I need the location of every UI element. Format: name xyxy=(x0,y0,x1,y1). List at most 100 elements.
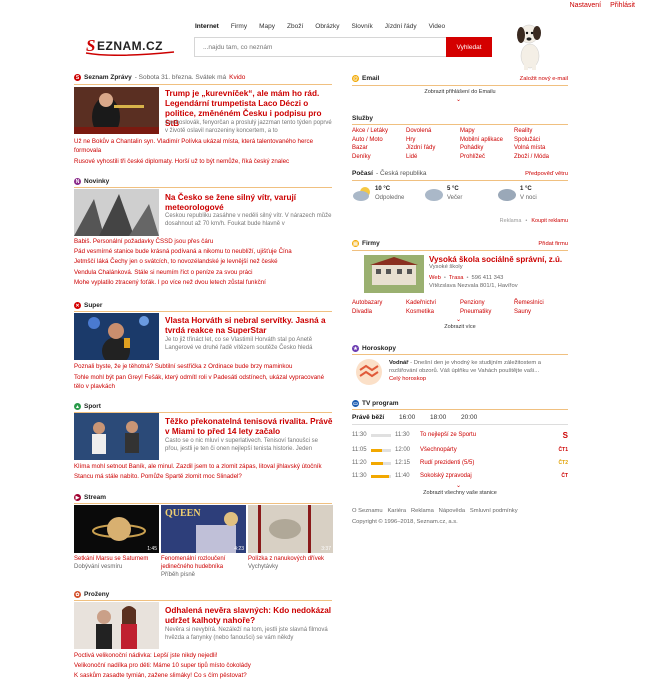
chevron-down-icon[interactable]: ⌄ xyxy=(456,96,461,103)
video-title[interactable]: Setkání Marsu se Saturnem xyxy=(74,555,160,563)
service-link[interactable]: Reality xyxy=(514,127,549,136)
firm-category-link[interactable]: Autobazary xyxy=(352,299,382,308)
weather-item[interactable]: 1 °C V noci xyxy=(497,185,537,203)
firm-name[interactable]: Vysoká škola sociálně správní, z.ú. xyxy=(429,255,569,264)
seznam-logo[interactable]: S EZNAM.CZ xyxy=(84,34,180,56)
tv-row[interactable]: 11:20 12:15 Rudí prezidenti (5/5) ČT2 xyxy=(352,457,568,469)
article-link[interactable]: Pád vesmírné stanice bude krásná podívan… xyxy=(74,247,332,257)
novinky-headline[interactable]: Na Česko se žene silný vítr, varují mete… xyxy=(165,193,333,213)
tv-row[interactable]: 11:30 11:30 To nejlepší ze Sportu S xyxy=(352,429,568,441)
firm-category-link[interactable]: Řemeslníci xyxy=(514,299,544,308)
service-link[interactable]: Akce / Letáky xyxy=(352,127,388,136)
tab-zbozi[interactable]: Zboží xyxy=(287,23,303,30)
wind-forecast-link[interactable]: Předpověď větru xyxy=(525,171,568,177)
chevron-down-icon[interactable]: ⌄ xyxy=(456,316,461,323)
pocasi-title[interactable]: Počasí xyxy=(352,170,373,177)
article-link[interactable]: Poctivá velikonoční nádivka: Lepší jste … xyxy=(74,651,332,661)
service-link[interactable]: Dovolená xyxy=(406,127,435,136)
search-input[interactable] xyxy=(195,38,445,56)
show-more-firms[interactable]: Zobrazit více xyxy=(352,324,568,330)
tv-row[interactable]: 11:05 12:00 Všechnopárty ČT1 xyxy=(352,444,568,456)
tab-mapy[interactable]: Mapy xyxy=(259,23,275,30)
article-link[interactable]: Jetmščí láká Čechy jen o svátcích, to no… xyxy=(74,257,332,267)
weather-item[interactable]: 10 °C Odpoledne xyxy=(352,185,404,203)
tab-time[interactable]: 16:00 xyxy=(399,414,430,421)
super-thumbnail[interactable] xyxy=(74,313,159,360)
article-link[interactable]: Vendula Chalánková. Stále si neumím říct… xyxy=(74,268,332,278)
tv-title[interactable]: TV program xyxy=(362,400,398,407)
service-link[interactable]: Bazar xyxy=(352,144,388,153)
pocasi-location[interactable]: - Česká republika xyxy=(376,170,427,177)
article-link[interactable]: Rusové vyhostili tři české diplomaty. Ho… xyxy=(74,157,332,166)
chevron-down-icon[interactable]: ⌄ xyxy=(456,482,461,489)
firm-category-link[interactable]: Kadeřnictví xyxy=(406,299,436,308)
article-link[interactable]: Poznali byste, že je těhotná? Subtilní s… xyxy=(74,362,332,371)
new-email-link[interactable]: Založit nový e-mail xyxy=(520,76,568,82)
firm-route-link[interactable]: Trasa xyxy=(449,275,464,281)
tab-internet[interactable]: Internet xyxy=(195,23,219,30)
tab-time[interactable]: 20:00 xyxy=(461,414,492,421)
zpravy-thumbnail[interactable] xyxy=(74,87,159,134)
article-link[interactable]: Už ne Bokův a Chantalin syn. Vladimír Po… xyxy=(74,137,332,155)
service-link[interactable]: Deníky xyxy=(352,153,388,162)
firmy-title[interactable]: Firmy xyxy=(362,240,380,247)
horoscope-sign[interactable]: Vodnář xyxy=(389,360,409,366)
tab-now[interactable]: Právě běží xyxy=(352,414,399,421)
service-link[interactable]: Hry xyxy=(406,136,435,145)
firm-category-link[interactable]: Pneumatiky xyxy=(460,308,491,317)
service-link[interactable]: Prohlížeč xyxy=(460,153,503,162)
video-thumbnail[interactable]: 3:37 xyxy=(248,505,333,553)
article-link[interactable]: K saskům zasadte tymián, zažene slimáky!… xyxy=(74,671,332,681)
buy-ad-link[interactable]: Koupit reklamu xyxy=(531,218,568,224)
email-title[interactable]: Email xyxy=(362,75,379,82)
firm-photo[interactable] xyxy=(364,255,424,293)
service-link[interactable]: Mapy xyxy=(460,127,503,136)
horoskopy-title[interactable]: Horoskopy xyxy=(362,345,396,352)
nameday-link[interactable]: Kvido xyxy=(229,74,245,81)
sport-thumbnail[interactable] xyxy=(74,413,159,460)
super-headline[interactable]: Vlasta Horváth si nebral servítky. Jasná… xyxy=(165,316,333,336)
tab-firmy[interactable]: Firmy xyxy=(231,23,247,30)
novinky-title[interactable]: Novinky xyxy=(84,178,109,185)
article-link[interactable]: Tohle mohl být pan Grey! Fešák, který od… xyxy=(74,373,332,391)
prozeny-headline[interactable]: Odhalená nevěra slavných: Kdo nedokázal … xyxy=(165,606,333,626)
tv-show[interactable]: Rudí prezidenti (5/5) xyxy=(420,460,559,466)
firm-category-link[interactable]: Kosmetika xyxy=(406,308,436,317)
tab-obrazky[interactable]: Obrázky xyxy=(315,23,339,30)
login-link[interactable]: Přihlásit xyxy=(610,2,635,9)
settings-link[interactable]: Nastavení xyxy=(570,2,602,9)
sport-headline[interactable]: Těžko překonatelná tenisová rivalita. Pr… xyxy=(165,417,333,437)
sport-title[interactable]: Sport xyxy=(84,403,101,410)
service-link[interactable]: Mobilní aplikace xyxy=(460,136,503,145)
video-title[interactable]: Polízka z nanukových dřívek xyxy=(248,555,334,563)
service-link[interactable]: Zboží / Móda xyxy=(514,153,549,162)
service-link[interactable]: Jízdní řády xyxy=(406,144,435,153)
video-title[interactable]: Fenomenální rozloučení jedinečného hudeb… xyxy=(161,555,247,571)
zpravy-title[interactable]: Seznam Zprávy xyxy=(84,74,132,81)
article-link[interactable]: Velikonoční nadílka pro děti: Máme 10 su… xyxy=(74,661,332,671)
prozeny-thumbnail[interactable] xyxy=(74,602,159,649)
add-firm-link[interactable]: Přidat firmu xyxy=(538,241,568,247)
article-link[interactable]: Mohe vyplatilo ztracený foťák. I po více… xyxy=(74,278,332,288)
service-link[interactable]: Lidé xyxy=(406,153,435,162)
firm-category-link[interactable]: Divadla xyxy=(352,308,382,317)
tv-row[interactable]: 11:30 11:40 Sokolský zpravodaj ČT xyxy=(352,470,568,482)
service-link[interactable]: Auto / Moto xyxy=(352,136,388,145)
tv-show[interactable]: To nejlepší ze Sportu xyxy=(420,432,563,438)
prozeny-title[interactable]: Proženy xyxy=(84,591,109,598)
video-thumbnail[interactable]: QUEEN 4:23 xyxy=(161,505,246,553)
tab-slovnik[interactable]: Slovník xyxy=(351,23,372,30)
firm-category-link[interactable]: Penziony xyxy=(460,299,491,308)
service-link[interactable]: Pohádky xyxy=(460,144,503,153)
video-thumbnail[interactable]: 1:45 xyxy=(74,505,159,553)
search-button[interactable]: Vyhledat xyxy=(446,37,492,57)
tv-show[interactable]: Všechnopárty xyxy=(420,447,559,453)
article-link[interactable]: Stancu má stále nabíto. Pomůže Spartě zl… xyxy=(74,472,332,482)
tab-jizdni-rady[interactable]: Jízdní řády xyxy=(385,23,417,30)
footer-links[interactable]: O Seznamu Kariéra Reklama Nápověda Smluv… xyxy=(352,508,518,514)
email-login-link[interactable]: Zobrazit přihlášení do Emailu xyxy=(352,89,568,95)
weather-item[interactable]: 5 °C Večer xyxy=(424,185,462,203)
article-link[interactable]: Klíma mohl setnout Baník, ale minul. Zaz… xyxy=(74,462,332,472)
super-title[interactable]: Super xyxy=(84,302,102,309)
all-stations-link[interactable]: Zobrazit všechny vaše stanice xyxy=(352,490,568,496)
